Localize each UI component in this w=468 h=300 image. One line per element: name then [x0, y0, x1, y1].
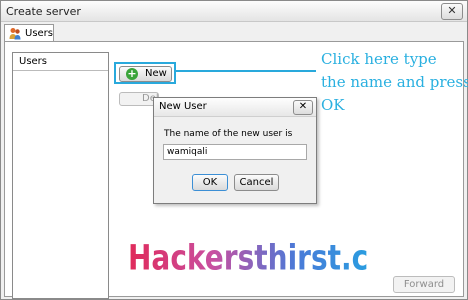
create-server-window: Create server ✕ Users Users + New Delete…	[0, 0, 468, 300]
dialog-close-icon[interactable]: ✕	[293, 100, 313, 115]
window-title: Create server	[6, 5, 81, 18]
users-list[interactable]: Users	[12, 52, 109, 299]
users-list-header: Users	[13, 53, 108, 71]
instruction-annotation: Click here type the name and press OK	[321, 48, 468, 117]
tab-users-label: Users	[25, 28, 54, 39]
users-list-header-label: Users	[19, 56, 48, 67]
plus-circle-icon: +	[126, 67, 138, 80]
close-icon[interactable]: ✕	[441, 3, 463, 20]
cancel-button[interactable]: Cancel	[234, 174, 279, 191]
tab-users[interactable]: Users	[4, 24, 54, 42]
title-bar: Create server ✕	[1, 1, 467, 22]
forward-button[interactable]: Forward	[393, 276, 455, 293]
new-user-button[interactable]: + New	[119, 66, 172, 82]
annotation-line: Click here type	[321, 50, 437, 68]
username-input[interactable]: wamiqali	[163, 144, 307, 160]
ok-button[interactable]: OK	[192, 174, 228, 191]
callout-line	[176, 70, 316, 72]
new-button-label: New	[145, 68, 167, 79]
watermark: Hackersthirst.com	[128, 237, 417, 279]
annotation-line: OK	[321, 96, 345, 114]
users-icon	[9, 28, 21, 40]
new-user-dialog: New User ✕ The name of the new user is w…	[153, 97, 317, 204]
dialog-prompt: The name of the new user is	[164, 129, 293, 139]
dialog-title-bar: New User ✕	[154, 98, 316, 117]
annotation-line: the name and press	[321, 73, 468, 91]
dialog-title: New User	[159, 101, 207, 112]
